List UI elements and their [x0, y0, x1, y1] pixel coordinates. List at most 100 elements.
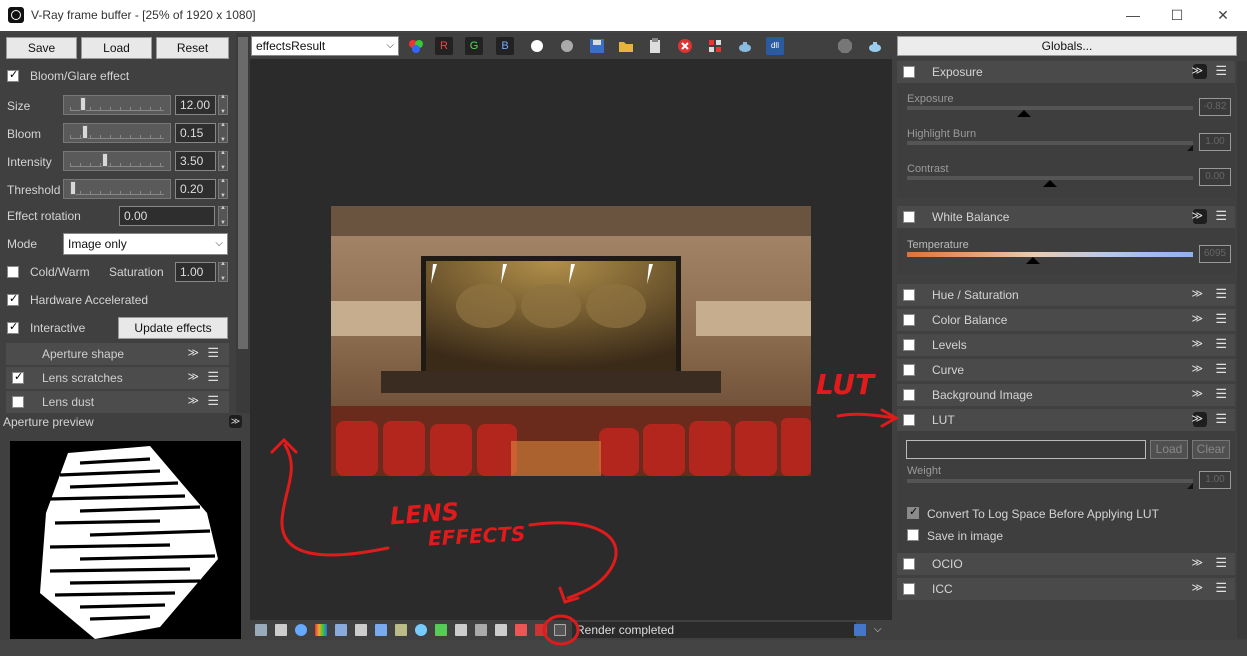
lut-icon[interactable] [455, 624, 467, 636]
cc-bottom-0-checkbox[interactable] [903, 558, 915, 570]
chevron-down-icon[interactable]: ≫ [1191, 581, 1203, 594]
menu-icon[interactable]: ☰ [1215, 555, 1227, 571]
render-teapot-icon[interactable] [866, 37, 884, 55]
chevron-down-icon[interactable]: ≫ [187, 370, 199, 383]
mode-dropdown[interactable]: Image only ⌵ [63, 233, 228, 255]
chevron-down-icon[interactable]: ≫ [1191, 209, 1203, 222]
interactive-checkbox[interactable] [7, 320, 19, 334]
color-correction-icon[interactable] [315, 624, 327, 636]
highlight-burn-value[interactable]: 1.00 [1199, 133, 1231, 151]
menu-icon[interactable]: ☰ [1215, 63, 1227, 79]
menu-icon[interactable]: ☰ [207, 345, 219, 361]
minimize-button[interactable]: — [1116, 4, 1150, 26]
temperature-slider-handle[interactable] [1025, 257, 1040, 264]
highlight-burn-handle[interactable] [1187, 145, 1193, 151]
cc-section-0-checkbox[interactable] [903, 289, 915, 301]
stereo-icon[interactable] [535, 624, 547, 636]
ocio-icon[interactable] [475, 624, 487, 636]
bloom-glare-checkbox[interactable] [7, 68, 19, 82]
white-balance-checkbox[interactable] [903, 211, 915, 223]
channel-dropdown[interactable]: effectsResult ⌵ [251, 36, 399, 56]
curve-icon[interactable] [395, 624, 407, 636]
right-panel-scrollbar[interactable] [1237, 61, 1247, 639]
slider-thumb[interactable] [82, 125, 89, 139]
slider-value-field[interactable]: 0.15 [175, 123, 216, 143]
cc-bottom-1-checkbox[interactable] [903, 583, 915, 595]
icc-icon[interactable] [495, 624, 507, 636]
cold-warm-checkbox[interactable] [7, 266, 19, 278]
highlight-burn-slider[interactable] [907, 141, 1193, 145]
exposure-icon[interactable] [415, 624, 427, 636]
green-channel-button[interactable]: G [465, 37, 483, 55]
menu-icon[interactable]: ☰ [1215, 580, 1227, 596]
menu-icon[interactable]: ☰ [1215, 311, 1227, 327]
cc-section-0-section[interactable]: Hue / Saturation ≫ ☰ [897, 284, 1235, 306]
cc-section-4-checkbox[interactable] [903, 389, 915, 401]
lut-clear-button[interactable]: Clear [1192, 440, 1230, 459]
menu-icon[interactable]: ☰ [1215, 286, 1227, 302]
slider-track[interactable] [63, 123, 171, 143]
lens-scratches-section[interactable]: Lens scratches ≫ ☰ [6, 367, 229, 389]
history-icon[interactable] [275, 624, 287, 636]
open-folder-icon[interactable] [617, 37, 635, 55]
menu-icon[interactable]: ☰ [207, 369, 219, 385]
lens-dust-section[interactable]: Lens dust ≫ ☰ [6, 391, 229, 413]
update-effects-button[interactable]: Update effects [118, 317, 228, 339]
save-button[interactable]: Save [6, 37, 77, 59]
slider-value-field[interactable]: 3.50 [175, 151, 216, 171]
scrollbar-thumb[interactable] [238, 37, 248, 349]
cc-bottom-1-section[interactable]: ICC ≫ ☰ [897, 578, 1235, 600]
slider-spinner[interactable] [218, 178, 228, 199]
display-icon[interactable] [255, 624, 267, 636]
globals-button[interactable]: Globals... [897, 36, 1237, 56]
cc-section-2-section[interactable]: Levels ≫ ☰ [897, 334, 1235, 356]
lens-scratches-checkbox[interactable] [12, 370, 24, 384]
compare-icon[interactable] [515, 624, 527, 636]
menu-icon[interactable]: ☰ [1215, 386, 1227, 402]
lens-dust-checkbox[interactable] [12, 396, 24, 408]
cc-section-2-checkbox[interactable] [903, 339, 915, 351]
fit-view-icon[interactable] [854, 624, 866, 636]
effect-rotation-spinner[interactable] [218, 205, 228, 226]
saturation-field[interactable]: 1.00 [175, 262, 216, 282]
slider-spinner[interactable] [218, 122, 228, 143]
exposure-checkbox[interactable] [903, 66, 915, 78]
exposure-section[interactable]: Exposure ≫ ☰ [897, 61, 1235, 83]
slider-spinner[interactable] [218, 150, 228, 171]
rgb-color-icon[interactable] [407, 37, 425, 55]
convert-log-checkbox[interactable] [907, 505, 919, 519]
weight-slider-handle[interactable] [1187, 483, 1193, 489]
chevron-down-icon[interactable]: ≫ [1191, 362, 1203, 375]
menu-icon[interactable]: ☰ [207, 393, 219, 409]
cc-section-1-checkbox[interactable] [903, 314, 915, 326]
reset-button[interactable]: Reset [156, 37, 229, 59]
lut-load-button[interactable]: Load [1150, 440, 1188, 459]
menu-icon[interactable]: ☰ [1215, 361, 1227, 377]
maximize-button[interactable]: ☐ [1160, 4, 1194, 26]
chevron-down-icon[interactable]: ≫ [1191, 64, 1203, 77]
blue-channel-button[interactable]: B [496, 37, 514, 55]
region-render-icon[interactable] [706, 37, 724, 55]
cc-section-4-section[interactable]: Background Image ≫ ☰ [897, 384, 1235, 406]
chevron-down-icon[interactable]: ≫ [1191, 412, 1203, 425]
temperature-slider[interactable] [907, 252, 1193, 257]
slider-value-field[interactable]: 12.00 [175, 95, 216, 115]
chevron-down-icon[interactable]: ≫ [1191, 312, 1203, 325]
slider-value-field[interactable]: 0.20 [175, 179, 216, 199]
contrast-value[interactable]: 0.00 [1199, 168, 1231, 186]
chevron-down-icon[interactable]: ≫ [1191, 387, 1203, 400]
cc-section-3-section[interactable]: Curve ≫ ☰ [897, 359, 1235, 381]
cc-section-1-section[interactable]: Color Balance ≫ ☰ [897, 309, 1235, 331]
slider-track[interactable] [63, 95, 171, 115]
menu-icon[interactable]: ☰ [1215, 336, 1227, 352]
slider-thumb[interactable] [101, 153, 108, 167]
clear-image-icon[interactable] [676, 37, 694, 55]
cc-bottom-0-section[interactable]: OCIO ≫ ☰ [897, 553, 1235, 575]
slider-thumb[interactable] [69, 181, 76, 195]
cc-section-3-checkbox[interactable] [903, 364, 915, 376]
weight-slider[interactable] [907, 479, 1193, 483]
stop-render-icon[interactable] [836, 37, 854, 55]
teapot-icon[interactable] [736, 37, 754, 55]
chevron-down-icon[interactable]: ≫ [1191, 287, 1203, 300]
gray-circle-icon[interactable] [558, 37, 576, 55]
